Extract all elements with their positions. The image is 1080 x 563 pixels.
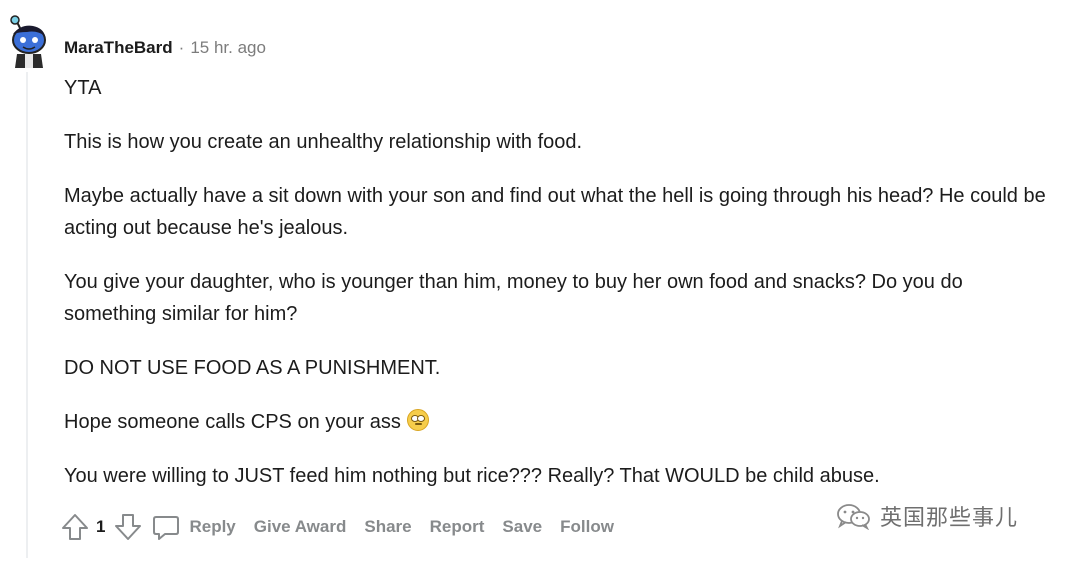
vote-count: 1 [96, 517, 106, 536]
snoo-avatar-icon [10, 15, 46, 68]
wechat-icon [837, 504, 870, 530]
user-avatar[interactable] [7, 10, 49, 70]
rolling-eyes-emoji-icon [406, 409, 429, 431]
comment-paragraph: This is how you create an unhealthy rela… [64, 131, 583, 153]
comment-paragraph: Maybe actually have a sit down with your… [64, 185, 1046, 239]
username-link[interactable]: MaraTheBard [64, 38, 173, 58]
downvote-button[interactable] [113, 512, 143, 542]
meta-separator: · [178, 38, 185, 57]
share-button[interactable]: Share [364, 517, 411, 537]
upvote-arrow-icon [62, 514, 88, 540]
thread-line[interactable] [26, 72, 28, 558]
upvote-button[interactable] [60, 512, 90, 542]
timestamp[interactable]: 15 hr. ago [190, 38, 266, 58]
watermark: 英国那些事儿 [836, 500, 1018, 532]
comment-meta: MaraTheBard · 15 hr. ago [64, 36, 266, 60]
watermark-text: 英国那些事儿 [880, 505, 1019, 530]
give-award-button[interactable]: Give Award [254, 517, 347, 537]
comment-paragraph-text: Hope someone calls CPS on your ass [64, 411, 401, 433]
comment-action-bar: 1 Reply Give Award Share Report Save Fol… [60, 508, 632, 546]
reply-button[interactable]: Reply [151, 512, 236, 542]
comment-body: YTA This is how you create an unhealthy … [64, 72, 1054, 514]
comment-paragraph: You give your daughter, who is younger t… [64, 271, 963, 325]
comment-paragraph: YTA [64, 77, 102, 99]
comment-paragraph: DO NOT USE FOOD AS A PUNISHMENT. [64, 357, 441, 379]
report-button[interactable]: Report [430, 517, 485, 537]
follow-button[interactable]: Follow [560, 517, 614, 537]
comment-paragraph: You were willing to JUST feed him nothin… [64, 465, 880, 487]
reply-label: Reply [189, 517, 236, 536]
comment-bubble-icon [153, 516, 180, 540]
comment-paragraph-with-emoji: Hope someone calls CPS on your ass [64, 406, 1054, 438]
downvote-arrow-icon [115, 514, 142, 540]
save-button[interactable]: Save [502, 517, 542, 537]
